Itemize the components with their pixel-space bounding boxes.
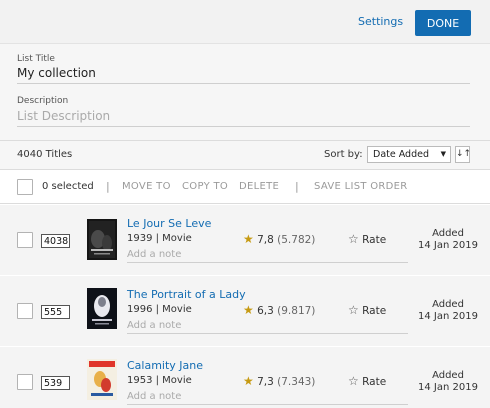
list-title-label: List Title — [17, 54, 55, 64]
list-item: 555 The Portrait of a Lady 1996 | Movie … — [0, 276, 490, 346]
rate-button[interactable]: ☆ Rate — [348, 232, 386, 246]
added-label: Added — [432, 299, 464, 310]
action-separator: | — [295, 180, 299, 193]
poster-thumbnail[interactable] — [87, 219, 117, 260]
imdb-rating: ★ 6,3 (9.817) — [243, 303, 315, 317]
sort-select-value: Date Added — [373, 149, 429, 160]
copy-to-button[interactable]: COPY TO — [182, 181, 228, 192]
add-note-field[interactable]: Add a note — [127, 391, 408, 405]
sort-label: Sort by: — [324, 149, 363, 160]
imdb-rating: ★ 7,3 (7.343) — [243, 374, 315, 388]
move-to-button[interactable]: MOVE TO — [122, 181, 171, 192]
title-link[interactable]: Calamity Jane — [127, 359, 203, 372]
list-toolbar: 4040 Titles Sort by: Date Added ▼ ↓↑ — [0, 141, 490, 169]
added-date: 14 Jan 2019 — [418, 382, 478, 393]
list-item: 4038 Le Jour Se Leve 1939 | Movie Add a … — [0, 205, 490, 275]
rating-value: 7,8 — [257, 234, 274, 246]
top-bar: Settings DONE — [0, 0, 490, 44]
date-added: Added 14 Jan 2019 — [416, 228, 480, 252]
title-link[interactable]: The Portrait of a Lady — [127, 288, 246, 301]
save-list-order-button[interactable]: SAVE LIST ORDER — [314, 181, 408, 192]
year-type: 1939 | Movie — [127, 233, 192, 244]
description-label: Description — [17, 96, 69, 106]
chevron-down-icon: ▼ — [440, 150, 446, 158]
rate-label: Rate — [362, 234, 387, 246]
added-label: Added — [432, 370, 464, 381]
rate-label: Rate — [362, 376, 387, 388]
star-filled-icon: ★ — [243, 303, 254, 317]
add-note-field[interactable]: Add a note — [127, 249, 408, 263]
rate-button[interactable]: ☆ Rate — [348, 303, 386, 317]
year-type: 1996 | Movie — [127, 304, 192, 315]
position-input[interactable]: 539 — [41, 376, 70, 390]
year-type: 1953 | Movie — [127, 375, 192, 386]
settings-link[interactable]: Settings — [358, 15, 403, 28]
date-added: Added 14 Jan 2019 — [416, 370, 480, 394]
rate-button[interactable]: ☆ Rate — [348, 374, 386, 388]
vote-count: (9.817) — [277, 305, 316, 317]
bulk-action-bar: 0 selected | MOVE TO COPY TO DELETE | SA… — [0, 170, 490, 203]
rating-value: 7,3 — [257, 376, 274, 388]
vote-count: (7.343) — [277, 376, 316, 388]
sort-select[interactable]: Date Added ▼ — [367, 146, 451, 163]
description-input[interactable] — [17, 109, 470, 127]
position-input[interactable]: 555 — [41, 305, 70, 319]
vote-count: (5.782) — [277, 234, 316, 246]
select-all-checkbox[interactable] — [17, 179, 33, 195]
divider — [0, 203, 490, 204]
add-note-field[interactable]: Add a note — [127, 320, 408, 334]
row-checkbox[interactable] — [17, 232, 33, 248]
row-checkbox[interactable] — [17, 374, 33, 390]
star-filled-icon: ★ — [243, 374, 254, 388]
sort-direction-icon[interactable]: ↓↑ — [455, 146, 471, 163]
added-date: 14 Jan 2019 — [418, 240, 478, 251]
list-details-form: List Title Description — [0, 44, 490, 140]
delete-button[interactable]: DELETE — [239, 181, 279, 192]
row-checkbox[interactable] — [17, 303, 33, 319]
rate-label: Rate — [362, 305, 387, 317]
title-link[interactable]: Le Jour Se Leve — [127, 217, 211, 230]
star-outline-icon: ☆ — [348, 303, 359, 317]
rating-value: 6,3 — [257, 305, 274, 317]
poster-thumbnail[interactable] — [87, 359, 117, 400]
selected-count: 0 selected — [42, 181, 94, 192]
date-added: Added 14 Jan 2019 — [416, 299, 480, 323]
imdb-rating: ★ 7,8 (5.782) — [243, 232, 315, 246]
action-separator: | — [106, 180, 110, 193]
titles-count: 4040 Titles — [17, 149, 73, 160]
poster-thumbnail[interactable] — [87, 288, 117, 329]
list-item: 539 Calamity Jane 1953 | Movie Add a not… — [0, 347, 490, 408]
list-title-input[interactable] — [17, 66, 470, 84]
star-outline-icon: ☆ — [348, 232, 359, 246]
done-button[interactable]: DONE — [415, 10, 471, 36]
star-filled-icon: ★ — [243, 232, 254, 246]
position-input[interactable]: 4038 — [41, 234, 70, 248]
added-label: Added — [432, 228, 464, 239]
star-outline-icon: ☆ — [348, 374, 359, 388]
added-date: 14 Jan 2019 — [418, 311, 478, 322]
